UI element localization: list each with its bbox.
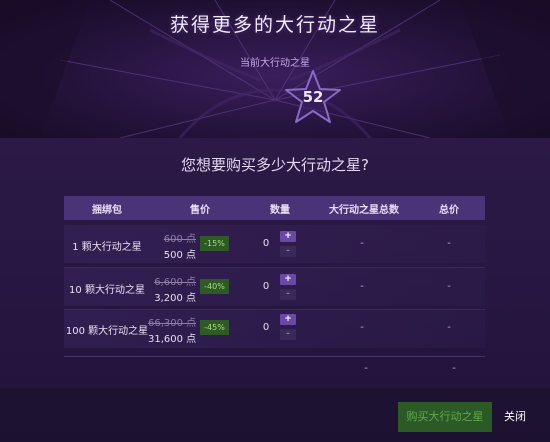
current-stars-badge: 52 [283, 69, 343, 125]
sale-price: 500 点 [163, 250, 196, 261]
dialog-header: 获得更多的大行动之星 当前大行动之星 52 [0, 0, 550, 138]
buy-stars-button[interactable]: 购买大行动之星 [398, 402, 492, 432]
quantity-decrease-button[interactable]: - [280, 246, 296, 257]
bundle-name: 1 颗大行动之星 [72, 242, 142, 253]
current-stars-label: 当前大行动之星 [240, 58, 310, 69]
col-total-price: 总价 [439, 205, 459, 216]
row-total-stars: - [360, 238, 364, 249]
col-price: 售价 [190, 205, 210, 216]
col-total-stars: 大行动之星总数 [329, 205, 399, 216]
row-total-price: - [447, 281, 451, 292]
quantity-increase-button[interactable]: + [280, 314, 296, 325]
quantity-increase-button[interactable]: + [280, 274, 296, 285]
table-header: 捆绑包 售价 数量 大行动之星总数 总价 [64, 196, 485, 220]
bundle-name: 10 颗大行动之星 [69, 285, 145, 296]
current-stars-count: 52 [302, 88, 324, 106]
row-total-stars: - [360, 322, 364, 333]
discount-badge: -15% [200, 236, 229, 251]
grand-total-price: - [452, 363, 456, 374]
dialog-title: 获得更多的大行动之星 [169, 14, 380, 36]
discount-badge: -45% [200, 320, 229, 335]
quantity-value: 0 [262, 281, 270, 292]
discount-badge: -40% [200, 279, 229, 294]
sale-price: 31,600 点 [148, 334, 197, 345]
quantity-value: 0 [262, 238, 270, 249]
original-price: 6,600 点 [154, 277, 196, 288]
quantity-decrease-button[interactable]: - [280, 289, 296, 300]
original-price: 66,300 点 [148, 318, 197, 329]
original-price: 600 点 [163, 234, 196, 245]
col-bundle: 捆绑包 [92, 205, 122, 216]
grand-total-stars: - [364, 363, 368, 374]
row-total-price: - [447, 322, 451, 333]
quantity-increase-button[interactable]: + [280, 231, 296, 242]
bundle-name: 100 颗大行动之星 [65, 326, 149, 337]
row-total-stars: - [360, 281, 364, 292]
quantity-decrease-button[interactable]: - [280, 329, 296, 340]
quantity-value: 0 [262, 322, 270, 333]
purchase-dialog: 获得更多的大行动之星 当前大行动之星 52 您想要购买多少大行动之星? 捆绑包 … [0, 0, 550, 442]
row-total-price: - [447, 238, 451, 249]
sale-price: 3,200 点 [154, 293, 196, 304]
purchase-question: 您想要购买多少大行动之星? [181, 156, 369, 174]
col-quantity: 数量 [270, 205, 290, 216]
totals-divider [64, 356, 485, 357]
close-button[interactable]: 关闭 [500, 402, 530, 432]
